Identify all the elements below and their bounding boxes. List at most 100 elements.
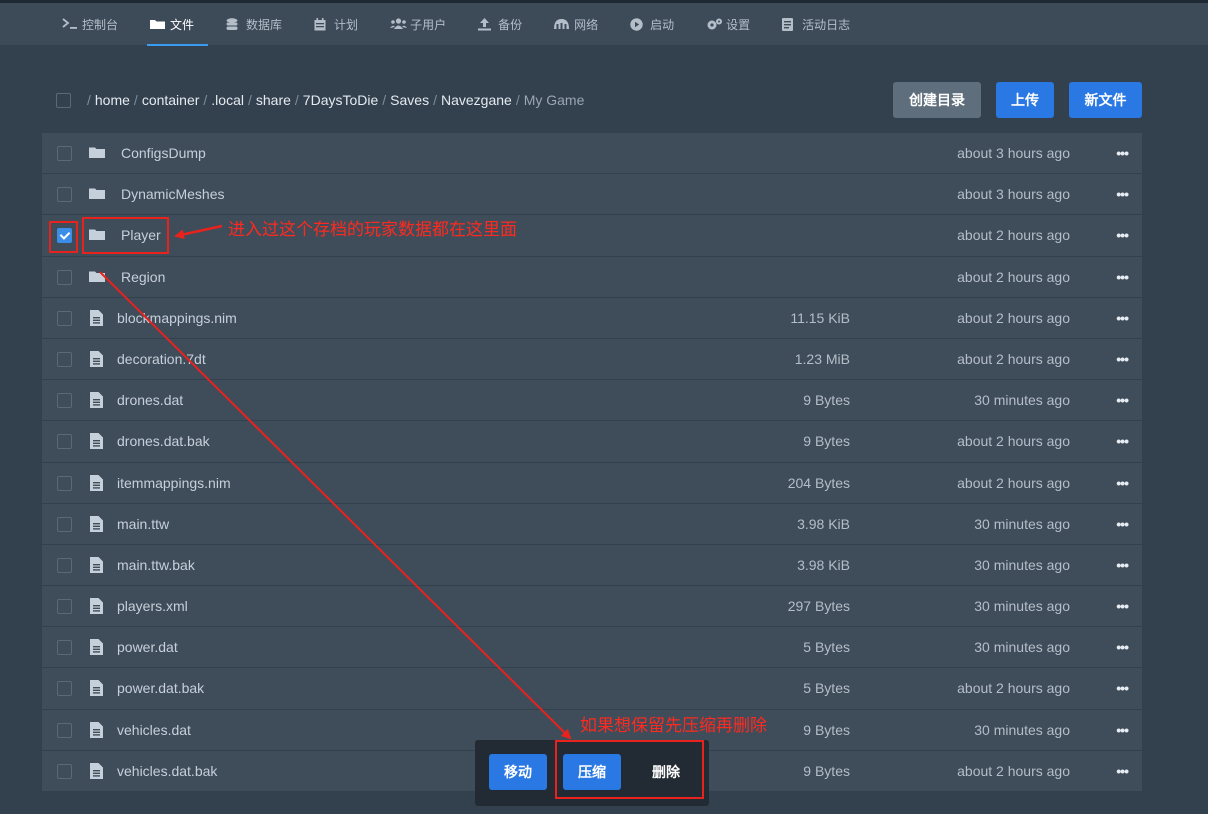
breadcrumb-root[interactable]: / [87,92,91,108]
file-row[interactable]: main.ttw 3.98 KiB 30 minutes ago ••• [42,503,1142,545]
file-name[interactable]: itemmappings.nim [117,475,231,491]
create-directory-button[interactable]: 创建目录 [893,82,981,118]
nav-tab-8[interactable]: 设置 [706,3,750,45]
file-row[interactable]: power.dat 5 Bytes 30 minutes ago ••• [42,627,1142,669]
file-name[interactable]: vehicles.dat [117,722,191,738]
file-name[interactable]: blockmappings.nim [117,310,237,326]
nav-tab-label: 计划 [334,17,359,32]
nav-tab-label: 启动 [650,17,675,32]
row-checkbox[interactable] [57,187,72,203]
breadcrumb-segment[interactable]: Saves [390,92,429,108]
row-checkbox[interactable] [57,434,72,450]
file-row[interactable]: power.dat.bak 5 Bytes about 2 hours ago ••• [42,668,1142,710]
nav-tab-0[interactable]: 控制台 [62,3,118,45]
file-size: 9 Bytes [803,721,850,738]
file-name[interactable]: vehicles.dat.bak [117,763,217,779]
file-row[interactable]: ConfigsDump about 3 hours ago ••• [42,133,1142,175]
nav-tab-7[interactable]: 启动 [630,3,674,45]
folder-icon [89,187,105,203]
file-modified: 30 minutes ago [974,392,1070,409]
file-row[interactable]: decoration.7dt 1.23 MiB about 2 hours ago •… [42,338,1142,381]
breadcrumb-segment[interactable]: container [142,92,200,108]
row-more-icon[interactable]: ••• [1116,639,1129,655]
select-all-checkbox[interactable] [56,92,71,108]
file-size: 1.23 MiB [794,350,850,367]
file-row[interactable]: Region about 2 hours ago ••• [42,256,1142,298]
nav-tab-3[interactable]: 计划 [314,3,358,45]
file-row[interactable]: Player about 2 hours ago ••• [42,215,1142,257]
breadcrumb-segment[interactable]: home [95,92,130,108]
file-row[interactable]: blockmappings.nim 11.15 KiB about 2 hours … [42,297,1142,339]
breadcrumb-segment[interactable]: share [256,92,291,108]
row-more-icon[interactable]: ••• [1116,516,1129,532]
file-icon [90,515,106,532]
row-more-icon[interactable]: ••• [1116,763,1129,779]
row-more-icon[interactable]: ••• [1116,433,1129,449]
file-icon [90,762,106,779]
row-checkbox[interactable] [57,722,72,738]
nav-tab-4[interactable]: 子用户 [390,3,446,45]
row-more-icon[interactable]: ••• [1116,227,1129,243]
row-more-icon[interactable]: ••• [1116,598,1129,614]
file-icon [90,309,106,326]
file-row[interactable]: DynamicMeshes about 3 hours ago ••• [42,174,1142,216]
row-more-icon[interactable]: ••• [1116,145,1129,161]
file-row[interactable]: main.ttw.bak 3.98 KiB 30 minutes ago ••• [42,544,1142,587]
file-name[interactable]: main.ttw.bak [117,557,195,573]
row-checkbox[interactable] [57,393,72,409]
row-checkbox[interactable] [57,640,72,656]
terminal-icon [62,18,77,30]
file-name[interactable]: main.ttw [117,516,169,532]
row-more-icon[interactable]: ••• [1116,186,1129,202]
nav-tab-5[interactable]: 备份 [478,3,522,45]
file-row[interactable]: drones.dat.bak 9 Bytes about 2 hours ago ••… [42,421,1142,463]
nav-tab-1[interactable]: 文件 [147,3,209,46]
row-checkbox[interactable] [57,681,72,697]
row-more-icon[interactable]: ••• [1116,351,1129,367]
breadcrumb-segment[interactable]: Navezgane [441,92,512,108]
file-row[interactable]: itemmappings.nim 204 Bytes about 2 hours a… [42,462,1142,504]
row-more-icon[interactable]: ••• [1116,310,1129,326]
nav-tab-2[interactable]: 数据库 [226,3,282,45]
row-checkbox[interactable] [57,146,72,161]
file-name[interactable]: players.xml [117,598,188,614]
file-row[interactable]: players.xml 297 Bytes 30 minutes ago ••• [42,586,1142,628]
file-name[interactable]: Region [121,269,165,285]
file-size: 9 Bytes [803,762,850,779]
move-button[interactable]: 移动 [489,754,547,790]
file-name[interactable]: ConfigsDump [121,145,206,161]
row-checkbox[interactable] [57,599,72,615]
breadcrumb-segment[interactable]: .local [211,92,244,108]
file-modified: about 2 hours ago [957,680,1070,697]
row-checkbox[interactable] [57,351,72,367]
breadcrumb-separator: / [247,92,252,108]
row-checkbox[interactable] [57,475,72,491]
nav-tab-6[interactable]: 网络 [554,3,598,45]
new-file-button[interactable]: 新文件 [1069,82,1142,118]
file-name[interactable]: power.dat.bak [117,680,204,696]
nav-tab-9[interactable]: 活动日志 [782,3,850,45]
row-more-icon[interactable]: ••• [1116,475,1129,491]
row-checkbox[interactable] [57,310,72,326]
row-more-icon[interactable]: ••• [1116,557,1129,573]
row-more-icon[interactable]: ••• [1116,392,1129,408]
row-checkbox[interactable] [57,763,72,779]
row-checkbox[interactable] [57,516,72,532]
row-more-icon[interactable]: ••• [1116,680,1129,696]
breadcrumb-segment[interactable]: 7DaysToDie [303,92,378,108]
file-name[interactable]: DynamicMeshes [121,186,224,202]
file-row[interactable]: drones.dat 9 Bytes 30 minutes ago ••• [42,380,1142,422]
file-modified: about 2 hours ago [957,474,1070,491]
upload-button[interactable]: 上传 [996,82,1054,118]
file-name[interactable]: decoration.7dt [117,351,206,367]
file-name[interactable]: drones.dat [117,392,183,408]
row-checkbox[interactable] [57,557,72,573]
row-checkbox[interactable] [57,269,72,285]
row-more-icon[interactable]: ••• [1116,722,1129,738]
nav-tab-label: 活动日志 [802,17,851,32]
file-name[interactable]: drones.dat.bak [117,433,210,449]
row-more-icon[interactable]: ••• [1116,269,1129,285]
users-icon [390,18,408,30]
breadcrumb: / home / container / .local / share/7DaysToDie /… [87,92,584,108]
file-name[interactable]: power.dat [117,639,178,655]
